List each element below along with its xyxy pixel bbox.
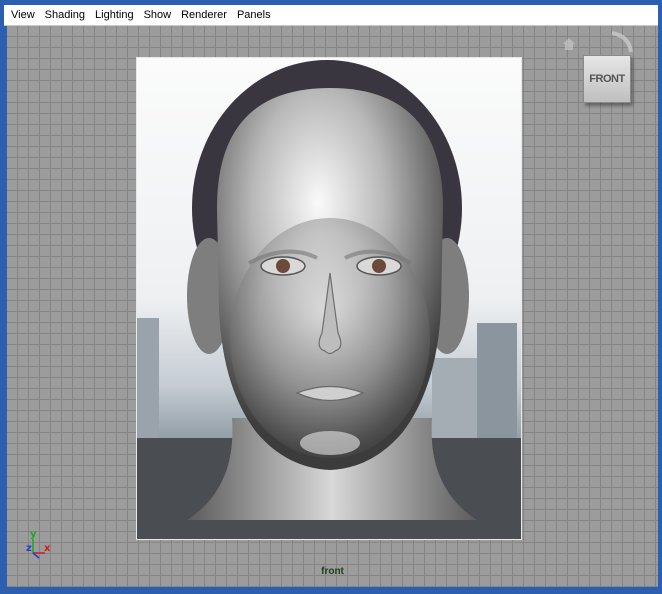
front-viewport[interactable]: FRONT front y z x xyxy=(7,26,658,587)
left-iris xyxy=(276,259,290,273)
menu-lighting[interactable]: Lighting xyxy=(90,6,139,24)
axis-x-label: x xyxy=(44,543,51,554)
menu-panels[interactable]: Panels xyxy=(232,6,276,24)
camera-name-label: front xyxy=(321,566,344,577)
menu-shading[interactable]: Shading xyxy=(40,6,90,24)
view-cube-front-face[interactable]: FRONT xyxy=(583,55,631,103)
axis-gizmo: y z x xyxy=(25,529,55,563)
menu-show[interactable]: Show xyxy=(139,6,177,24)
axis-y-label: y xyxy=(30,529,37,540)
menu-view[interactable]: View xyxy=(4,6,40,24)
chin-highlight xyxy=(300,431,360,455)
modeling-panel-window: View Shading Lighting Show Renderer Pane… xyxy=(0,0,662,594)
right-iris xyxy=(372,259,386,273)
view-cube-home-icon[interactable] xyxy=(557,26,637,56)
view-cube[interactable]: FRONT xyxy=(557,26,637,111)
menu-renderer[interactable]: Renderer xyxy=(176,6,232,24)
axis-z-label: z xyxy=(26,543,32,554)
head-model[interactable] xyxy=(137,58,522,540)
rotate-arrow-icon[interactable] xyxy=(611,31,633,53)
panel-menubar: View Shading Lighting Show Renderer Pane… xyxy=(4,5,658,26)
reference-image-plane[interactable] xyxy=(136,57,522,540)
